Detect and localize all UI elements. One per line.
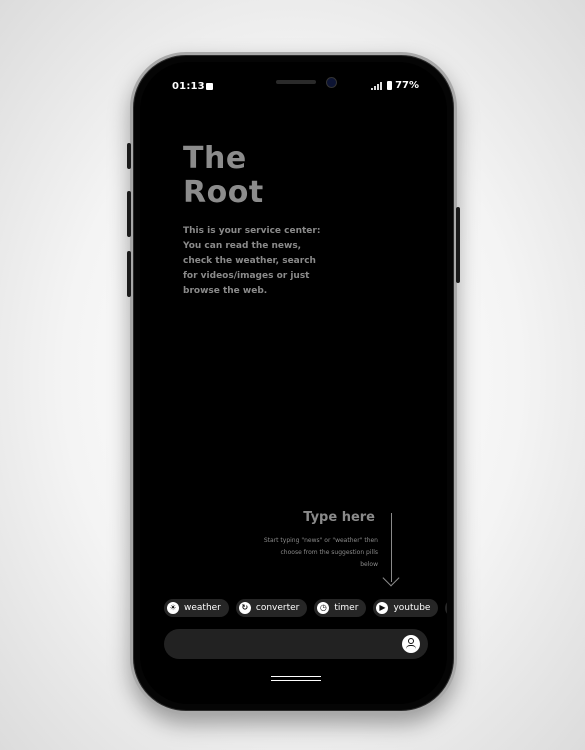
signal-icon xyxy=(371,81,383,90)
status-indicators: 77% xyxy=(371,80,419,91)
page-title: The Root xyxy=(183,142,264,210)
hint-title: Type here xyxy=(303,510,375,525)
pill-weather[interactable]: ☀ weather xyxy=(164,599,229,617)
front-camera xyxy=(326,77,337,88)
status-time: 01:13 xyxy=(172,81,205,92)
volume-down-button xyxy=(127,251,131,297)
pill-label: converter xyxy=(255,603,300,613)
page-description: This is your service center: You can rea… xyxy=(183,226,321,296)
mute-switch xyxy=(127,143,131,169)
pill-timer[interactable]: ◷ timer xyxy=(314,599,367,617)
title-line-1: The xyxy=(183,141,247,176)
refresh-icon: ↻ xyxy=(238,602,251,614)
sun-icon: ☀ xyxy=(167,602,179,614)
search-input[interactable] xyxy=(178,629,402,661)
play-icon: ▶ xyxy=(376,602,389,614)
phone-frame: 01:13 77% The Root This is your service … xyxy=(127,52,460,714)
image-notification-icon xyxy=(206,83,213,90)
pill-label: weather xyxy=(184,603,221,613)
battery-percent: 77% xyxy=(395,80,419,91)
earpiece-speaker xyxy=(276,80,316,84)
pill-label: timer xyxy=(334,603,359,613)
pill-converter[interactable]: ↻ converter xyxy=(235,599,308,617)
arrow-down-icon xyxy=(382,569,400,587)
pill-more[interactable]: ▦ xyxy=(445,599,447,617)
battery-icon xyxy=(387,81,393,90)
search-bar xyxy=(164,629,428,661)
pill-youtube[interactable]: ▶ youtube xyxy=(373,599,439,617)
clock-icon: ◷ xyxy=(317,602,330,614)
hint-text: Start typing "news" or "weather" then ch… xyxy=(263,537,378,568)
power-button xyxy=(456,207,460,283)
title-line-2: Root xyxy=(183,175,264,210)
home-indicator[interactable] xyxy=(271,676,321,681)
volume-up-button xyxy=(127,191,131,237)
pill-label: youtube xyxy=(393,603,431,613)
screen: 01:13 77% The Root This is your service … xyxy=(140,62,447,704)
profile-icon[interactable] xyxy=(402,635,420,653)
suggestion-pills: ☀ weather ↻ converter ◷ timer ▶ youtube … xyxy=(164,599,447,617)
